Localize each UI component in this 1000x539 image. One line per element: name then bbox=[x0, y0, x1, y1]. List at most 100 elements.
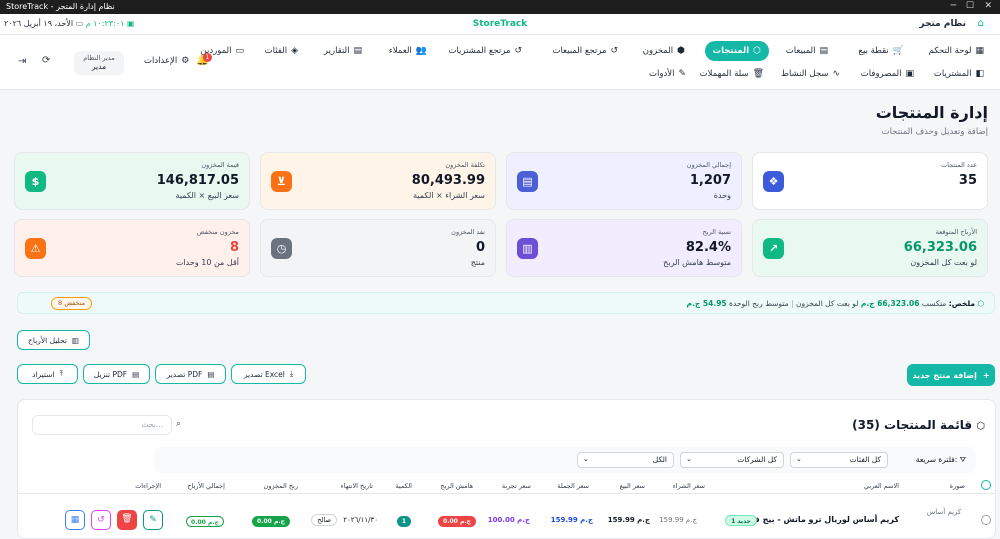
return-icon: ↺ bbox=[610, 46, 618, 56]
history-button[interactable]: ↺ bbox=[91, 510, 111, 530]
nav-label: التقارير bbox=[323, 46, 350, 56]
summary-profit: 66,323.06 ج.م bbox=[860, 299, 920, 308]
plus-icon: + bbox=[982, 370, 990, 380]
dollar-icon: $ bbox=[25, 171, 46, 192]
nav-products[interactable]: المنتجات ⬡ bbox=[704, 41, 769, 61]
store-icon: ⌂ bbox=[977, 18, 984, 29]
nav-label: المخزون bbox=[642, 46, 674, 56]
select-all-checkbox[interactable] bbox=[981, 480, 991, 490]
filter-icon: ⛛ bbox=[959, 455, 966, 464]
app-brand: StoreTrack bbox=[472, 19, 528, 29]
low-stock-badge[interactable]: 8 منخفض bbox=[51, 297, 93, 310]
card-sub: سعر الشراء × الكمية bbox=[413, 191, 485, 200]
nav-purchases[interactable]: المشتريات ◧ bbox=[926, 65, 992, 83]
window-title: StoreTrack - نظام إدارة المتجر bbox=[6, 2, 115, 11]
stock-profit-pill: 0.00 ج.م bbox=[252, 516, 290, 527]
company-select[interactable]: كل الشركات ⌄ bbox=[680, 452, 784, 468]
export-pdf-button[interactable]: تصدير PDF ▤ bbox=[155, 364, 226, 384]
report-icon: ▤ bbox=[353, 46, 362, 56]
box-icon: ⬡ bbox=[753, 46, 761, 56]
search-input[interactable]: بحث... bbox=[32, 415, 172, 435]
nav-sales-returns[interactable]: مرتجع المبيعات ↺ bbox=[544, 42, 626, 60]
nav-customers[interactable]: العملاء 👥 bbox=[381, 42, 435, 60]
list-title-text: قائمة المنتجات (35) bbox=[852, 418, 973, 432]
col-buy-price: سعر الشراء bbox=[672, 482, 705, 490]
card-label: عدد المنتجات bbox=[940, 161, 977, 169]
card-value: 0 bbox=[475, 240, 485, 255]
nav-label: لوحة التحكم bbox=[928, 46, 972, 56]
nav-inventory[interactable]: المخزون ⬢ bbox=[635, 42, 693, 60]
nav-reports[interactable]: التقارير ▤ bbox=[316, 42, 370, 60]
maximize-icon[interactable]: ☐ bbox=[966, 1, 974, 11]
col-sell-price: سعر البيع bbox=[619, 482, 645, 490]
download-pdf-button[interactable]: تنزيل PDF ▤ bbox=[83, 364, 150, 384]
col-actions: الإجراءات bbox=[135, 482, 161, 490]
cubes-icon: ❖ bbox=[763, 171, 784, 192]
add-product-button[interactable]: إضافة منتج جديد + bbox=[907, 364, 995, 386]
import-label: استيراد bbox=[32, 369, 55, 379]
expiry-status: صالح bbox=[311, 514, 337, 526]
nav-label: المصروفات bbox=[860, 69, 902, 79]
barcode-button[interactable]: ▦ bbox=[65, 510, 85, 530]
card-stock-cost: تكلفة المخزون 80,493.99 سعر الشراء × الك… bbox=[260, 152, 496, 210]
nav-expenses[interactable]: المصروفات ▣ bbox=[853, 65, 922, 83]
col-wholesale-price: سعر الجملة bbox=[557, 482, 589, 490]
grid-icon: ▦ bbox=[975, 46, 984, 56]
nav-trash[interactable]: سلة المهملات 🗑 bbox=[692, 65, 772, 83]
card-label: إجمالي المخزون bbox=[686, 161, 731, 169]
nav-categories[interactable]: الفئات ◈ bbox=[257, 42, 306, 60]
users-icon: 👥 bbox=[415, 46, 427, 56]
card-value: 8 bbox=[229, 240, 239, 255]
datetime: ١٠:٢٣:٠١ م ▭ الأحد، ١٩ أبريل ٢٠٢٦ ▣ bbox=[4, 19, 135, 28]
import-button[interactable]: استيراد ⤒ bbox=[17, 364, 78, 384]
refresh-icon[interactable]: ⟳ bbox=[42, 55, 50, 66]
user-menu[interactable]: مدير النظام مدير bbox=[74, 51, 124, 75]
export-excel-button[interactable]: تصدير Excel ⤓ bbox=[231, 364, 306, 384]
calendar-icon: ▭ bbox=[75, 19, 84, 28]
settings-button[interactable]: الإعدادات ⚙ bbox=[136, 52, 197, 70]
nav-label: مرتجع المبيعات bbox=[552, 46, 607, 56]
card-sub: سعر البيع × الكمية bbox=[175, 191, 239, 200]
quick-filter-label: فلترة سريعة: ⛛ bbox=[916, 455, 966, 465]
close-icon[interactable]: ✕ bbox=[984, 1, 992, 11]
window-titlebar: StoreTrack - نظام إدارة المتجر ─ ☐ ✕ bbox=[0, 0, 1000, 14]
col-name: الاسم العربي bbox=[863, 482, 899, 490]
card-label: قيمة المخزون bbox=[201, 161, 239, 169]
nav-label: الفئات bbox=[264, 46, 288, 56]
nav-pos[interactable]: نقطة بيع 🛒 bbox=[850, 42, 912, 60]
export-pdf-label: تصدير PDF bbox=[166, 369, 203, 379]
chevron-down-icon: ⌄ bbox=[796, 455, 802, 463]
profit-analysis-button[interactable]: تحليل الأرباح ▥ bbox=[17, 330, 90, 350]
export-excel-label: تصدير Excel bbox=[243, 369, 285, 379]
nav-label: مرتجع المشتريات bbox=[448, 46, 511, 56]
minimize-icon[interactable]: ─ bbox=[951, 1, 956, 11]
card-sub: أقل من 10 وحدات bbox=[175, 258, 239, 267]
nav-dashboard[interactable]: لوحة التحكم ▦ bbox=[921, 42, 992, 60]
delete-button[interactable]: 🗑 bbox=[117, 510, 137, 530]
tag-icon: ◈ bbox=[291, 46, 298, 56]
row-checkbox[interactable] bbox=[981, 515, 991, 525]
card-label: مخزون منخفض bbox=[196, 228, 239, 236]
card-product-count: عدد المنتجات 35 ❖ bbox=[752, 152, 988, 210]
products-list-title: قائمة المنتجات (35) ⬡ bbox=[852, 418, 985, 432]
summary-text: ⬡ ملخص: متكسب 66,323.06 ج.م لو بعت كل ال… bbox=[686, 299, 984, 308]
nav-activity-log[interactable]: سجل النشاط ∿ bbox=[773, 65, 848, 83]
cart-icon: ⊻ bbox=[271, 171, 292, 192]
edit-button[interactable]: ✎ bbox=[143, 510, 163, 530]
bag-icon: ◧ bbox=[975, 69, 984, 79]
table-row[interactable]: كريم أساس كريم أساس لوريال ترو ماتش - بي… bbox=[18, 506, 995, 538]
date-text: الأحد، ١٩ أبريل ٢٠٢٦ bbox=[4, 19, 74, 28]
nav-purchase-returns[interactable]: مرتجع المشتريات ↺ bbox=[440, 42, 530, 60]
nav-label: الأدوات bbox=[648, 69, 675, 79]
col-trial-price: سعر تجربة bbox=[501, 482, 531, 490]
card-label: نفد المخزون bbox=[451, 228, 485, 236]
nav-tools[interactable]: الأدوات ✎ bbox=[641, 65, 694, 83]
category-select[interactable]: كل الفئات ⌄ bbox=[790, 452, 888, 468]
nav-sales[interactable]: المبيعات ▤ bbox=[778, 42, 836, 60]
logout-icon[interactable]: ⇥ bbox=[18, 56, 26, 67]
wallet-icon: ▣ bbox=[905, 69, 914, 79]
status-select[interactable]: الكل ⌄ bbox=[577, 452, 674, 468]
add-product-label: إضافة منتج جديد bbox=[912, 370, 977, 380]
summary-bar: ⬡ ملخص: متكسب 66,323.06 ج.م لو بعت كل ال… bbox=[17, 292, 995, 314]
trial-price: 100.00 ج.م bbox=[487, 516, 530, 524]
